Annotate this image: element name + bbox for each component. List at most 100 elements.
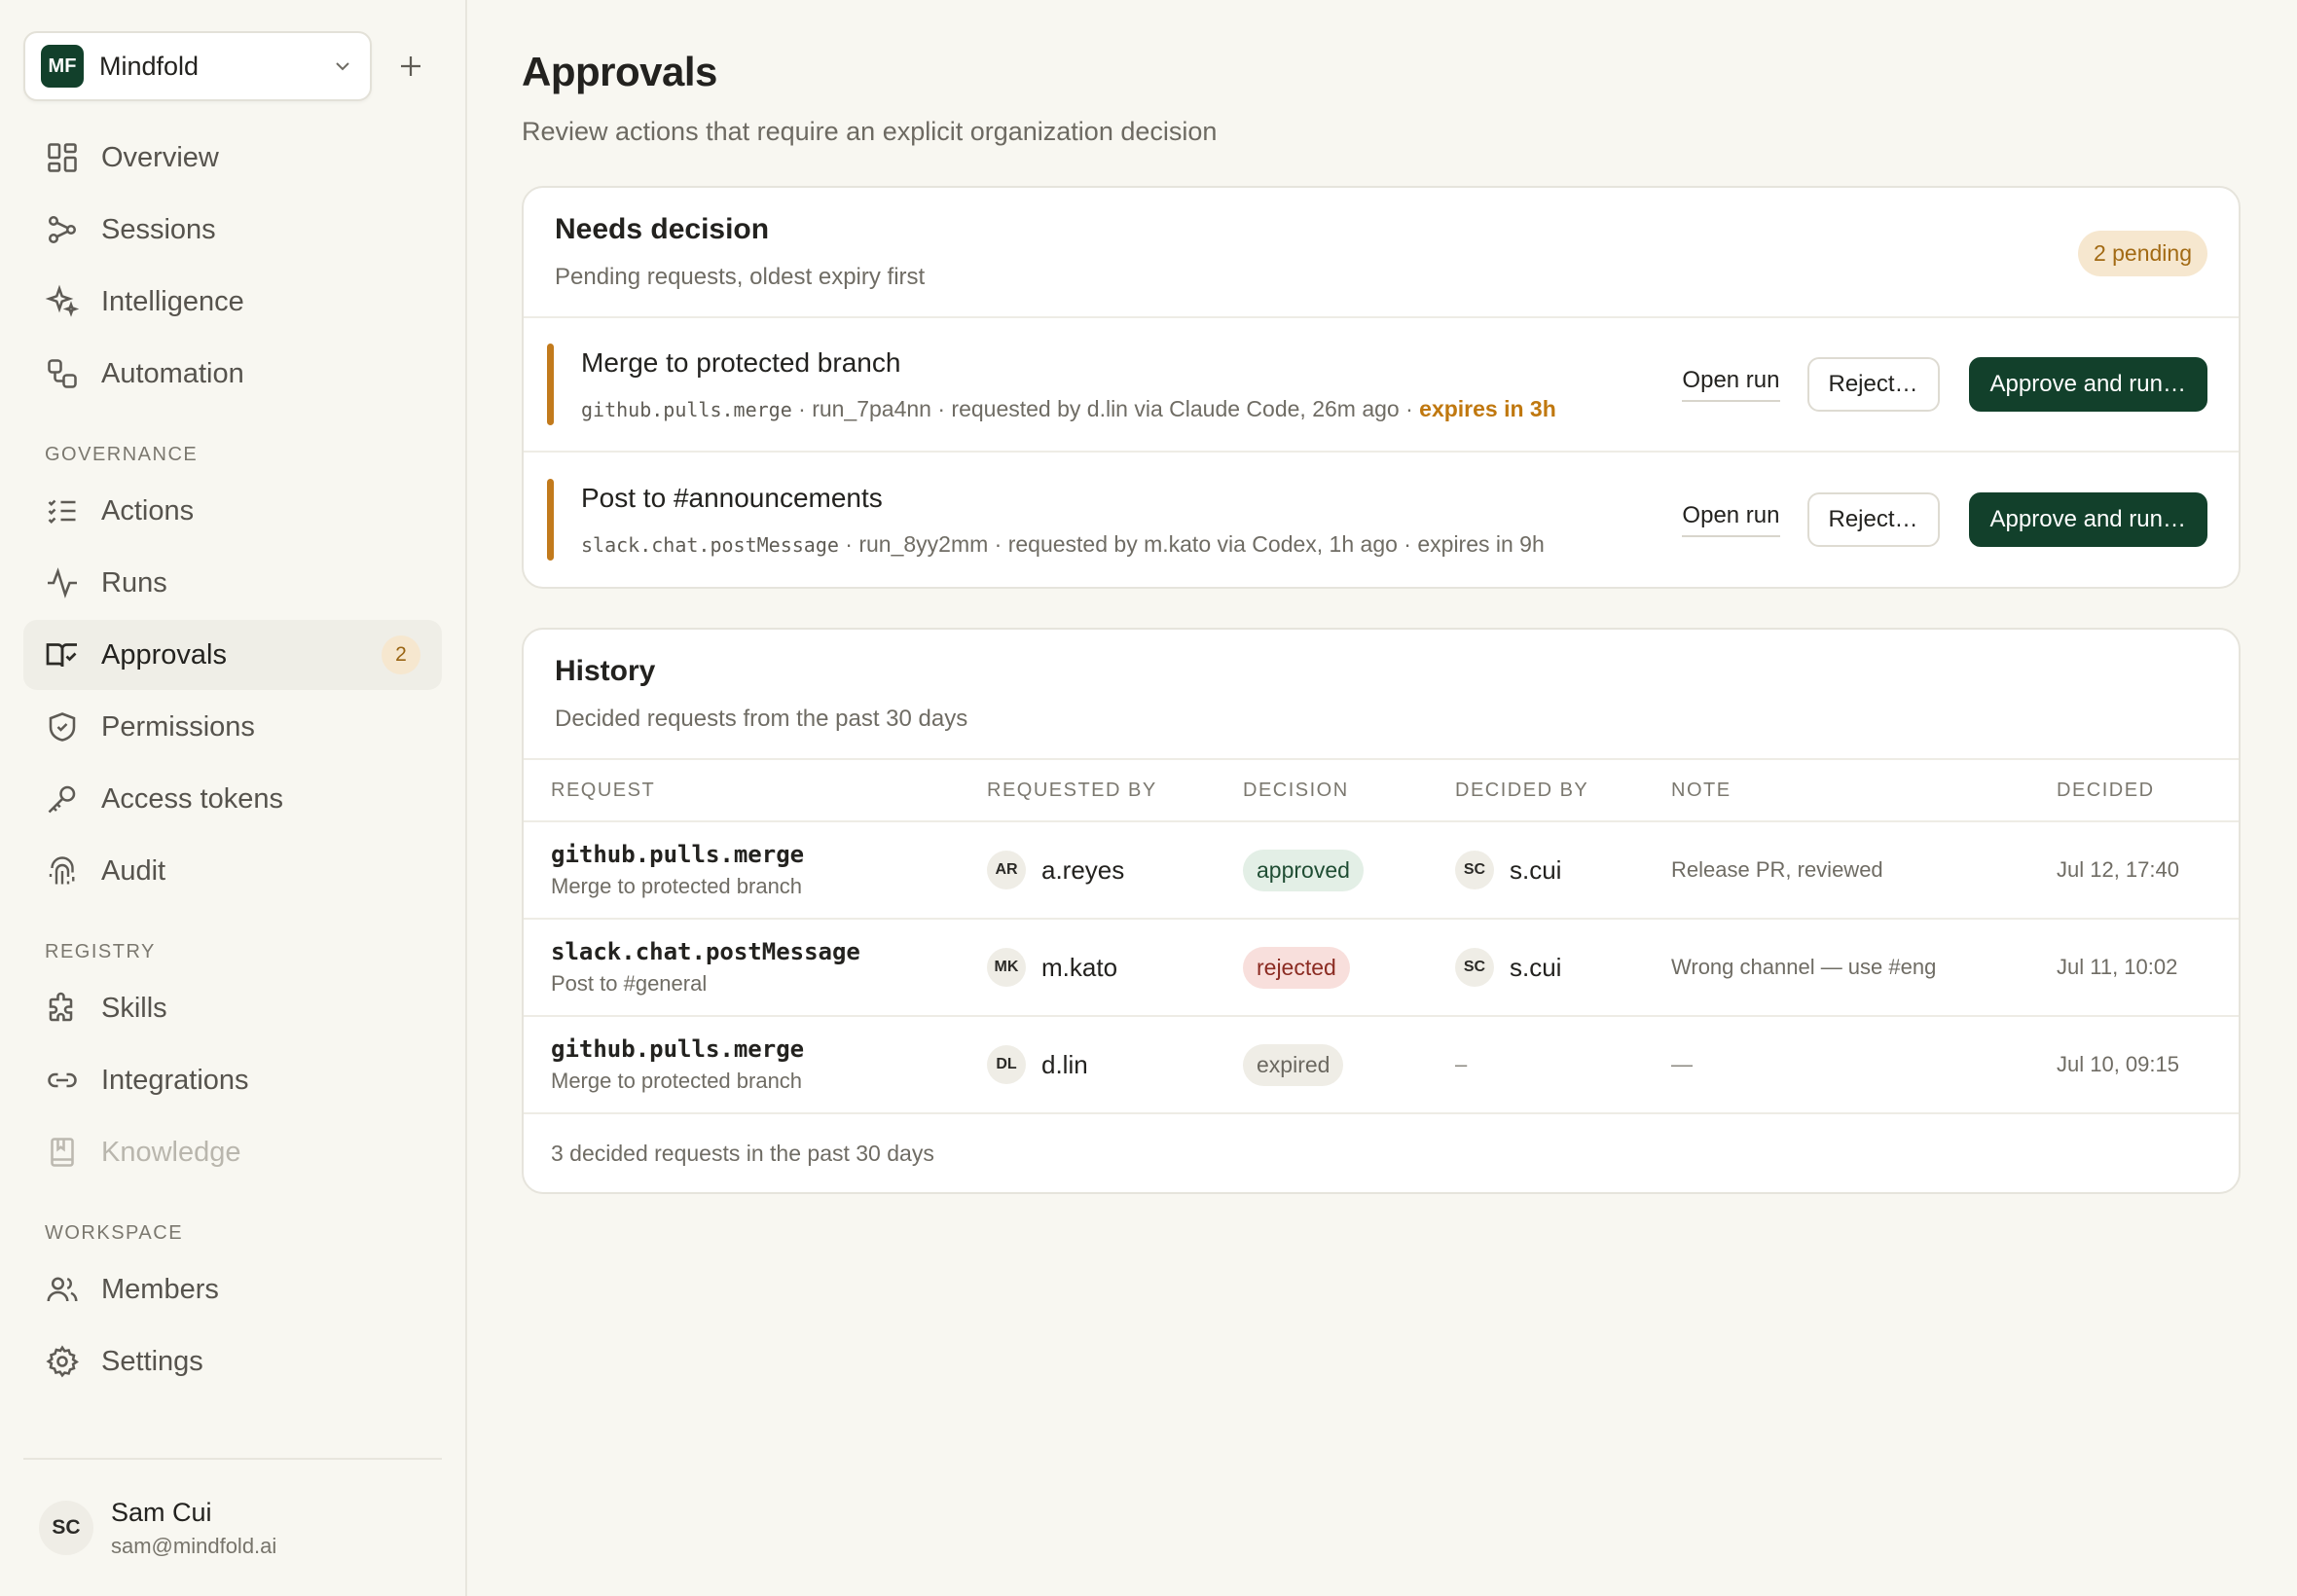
decided-by-cell: – bbox=[1455, 1052, 1468, 1076]
sidebar-item-approvals[interactable]: Approvals 2 bbox=[23, 620, 442, 690]
sidebar-item-access-tokens[interactable]: Access tokens bbox=[23, 764, 442, 834]
request-meta: github.pulls.merge · run_7pa4nn · reques… bbox=[581, 396, 1682, 422]
column-header-request: REQUEST bbox=[551, 779, 656, 801]
request-code: github.pulls.merge bbox=[551, 1035, 805, 1063]
sidebar-item-permissions[interactable]: Permissions bbox=[23, 692, 442, 762]
automation-icon bbox=[48, 359, 77, 388]
request-info: Merge to protected branch github.pulls.m… bbox=[581, 347, 1682, 422]
avatar: SC bbox=[1455, 851, 1494, 889]
puzzle-icon bbox=[49, 992, 73, 1022]
user-email: sam@mindfold.ai bbox=[111, 1533, 277, 1558]
request-details: · run_8yy2mm · requested by m.kato via C… bbox=[838, 530, 1418, 557]
key-icon bbox=[48, 785, 76, 814]
pending-indicator bbox=[547, 344, 554, 425]
request-description: Merge to protected branch bbox=[551, 874, 803, 898]
page-subtitle: Review actions that require an explicit … bbox=[522, 117, 1218, 146]
avatar: SC bbox=[1455, 948, 1494, 987]
table-row[interactable]: github.pulls.merge Merge to protected br… bbox=[524, 1017, 2239, 1114]
sidebar-item-label: Settings bbox=[101, 1345, 203, 1377]
card-subtitle: Decided requests from the past 30 days bbox=[555, 706, 968, 732]
card-header: Needs decision Pending requests, oldest … bbox=[524, 188, 2239, 318]
reject-button[interactable]: Reject… bbox=[1806, 492, 1940, 547]
sidebar-item-members[interactable]: Members bbox=[23, 1254, 442, 1324]
decided-by-cell: SC s.cui bbox=[1455, 948, 1671, 987]
decider-name: s.cui bbox=[1510, 854, 1562, 885]
user-menu[interactable]: SC Sam Cui sam@mindfold.ai bbox=[23, 1458, 442, 1596]
sidebar-item-label: Actions bbox=[101, 494, 195, 526]
approve-and-run-button[interactable]: Approve and run… bbox=[1968, 492, 2207, 547]
table-header: REQUEST REQUESTED BY DECISION DECIDED BY… bbox=[524, 760, 2239, 822]
table-row[interactable]: github.pulls.merge Merge to protected br… bbox=[524, 822, 2239, 920]
card-header: History Decided requests from the past 3… bbox=[524, 630, 2239, 760]
page-title: Approvals bbox=[522, 49, 717, 94]
pulse-icon bbox=[48, 567, 77, 598]
open-run-link[interactable]: Open run bbox=[1682, 502, 1780, 537]
history-card: History Decided requests from the past 3… bbox=[522, 628, 2241, 1194]
sidebar-item-label: Approvals bbox=[101, 638, 227, 671]
org-switcher[interactable]: MF Mindfold bbox=[23, 31, 372, 101]
status-badge: approved bbox=[1243, 849, 1364, 891]
shield-icon bbox=[49, 712, 76, 742]
sidebar-item-intelligence[interactable]: Intelligence bbox=[23, 267, 442, 337]
avatar: AR bbox=[987, 851, 1026, 889]
column-header-decided-by: DECIDED BY bbox=[1455, 779, 1589, 801]
org-logo: MF bbox=[41, 45, 84, 88]
pending-count-badge: 2 pending bbox=[2077, 231, 2207, 276]
book-icon bbox=[51, 1138, 74, 1167]
decider-name: s.cui bbox=[1510, 952, 1562, 982]
sidebar-item-runs[interactable]: Runs bbox=[23, 548, 442, 618]
requested-by-cell: DL d.lin bbox=[987, 1045, 1243, 1084]
table-row[interactable]: slack.chat.postMessage Post to #general … bbox=[524, 920, 2239, 1017]
members-icon bbox=[47, 1277, 78, 1302]
reject-button[interactable]: Reject… bbox=[1806, 357, 1940, 412]
sessions-icon bbox=[48, 215, 77, 244]
sidebar-item-label: Permissions bbox=[101, 710, 255, 743]
main-content: Approvals Review actions that require an… bbox=[467, 0, 2297, 1596]
approve-and-run-button[interactable]: Approve and run… bbox=[1968, 357, 2207, 412]
user-meta: Sam Cui sam@mindfold.ai bbox=[111, 1498, 276, 1559]
sidebar-item-integrations[interactable]: Integrations bbox=[23, 1045, 442, 1115]
decision-cell: approved bbox=[1243, 849, 1455, 891]
sidebar: MF Mindfold Overview Sessions Intelligen… bbox=[0, 0, 467, 1596]
fingerprint-icon bbox=[49, 856, 75, 885]
sidebar-item-audit[interactable]: Audit bbox=[23, 836, 442, 906]
sidebar-item-label: Members bbox=[101, 1273, 219, 1305]
requester-name: m.kato bbox=[1041, 952, 1118, 982]
pending-request-row: Post to #announcements slack.chat.postMe… bbox=[524, 453, 2239, 587]
request-cell: github.pulls.merge Merge to protected br… bbox=[551, 1035, 987, 1094]
open-run-link[interactable]: Open run bbox=[1682, 367, 1780, 402]
note-cell: — bbox=[1671, 1052, 1693, 1076]
sidebar-item-automation[interactable]: Automation bbox=[23, 339, 442, 409]
table-footer: 3 decided requests in the past 30 days bbox=[551, 1140, 934, 1166]
nav-section-governance: GOVERNANCE bbox=[45, 444, 199, 465]
sidebar-item-label: Skills bbox=[101, 992, 167, 1024]
sidebar-item-skills[interactable]: Skills bbox=[23, 973, 442, 1043]
sidebar-nav: Overview Sessions Intelligence Automatio… bbox=[0, 123, 465, 1396]
sidebar-item-sessions[interactable]: Sessions bbox=[23, 195, 442, 265]
sidebar-item-label: Sessions bbox=[101, 213, 216, 245]
card-title: Needs decision bbox=[555, 213, 770, 245]
sidebar-item-knowledge[interactable]: Knowledge bbox=[23, 1117, 442, 1187]
sidebar-item-label: Integrations bbox=[101, 1064, 249, 1096]
sidebar-item-label: Automation bbox=[101, 357, 244, 389]
sidebar-item-actions[interactable]: Actions bbox=[23, 476, 442, 546]
request-expiry: expires in 9h bbox=[1417, 530, 1545, 557]
avatar: DL bbox=[987, 1045, 1026, 1084]
request-code: github.pulls.merge bbox=[551, 841, 805, 868]
sidebar-item-overview[interactable]: Overview bbox=[23, 123, 442, 193]
user-name: Sam Cui bbox=[111, 1497, 212, 1527]
add-org-button[interactable] bbox=[387, 43, 434, 90]
sidebar-item-settings[interactable]: Settings bbox=[23, 1326, 442, 1396]
status-badge: rejected bbox=[1243, 946, 1350, 989]
org-row: MF Mindfold bbox=[0, 0, 465, 101]
column-header-requested-by: REQUESTED BY bbox=[987, 779, 1157, 801]
requested-by-cell: AR a.reyes bbox=[987, 851, 1243, 889]
note-cell: Wrong channel — use #eng bbox=[1671, 955, 1937, 979]
org-name: Mindfold bbox=[99, 51, 200, 81]
request-meta: slack.chat.postMessage · run_8yy2mm · re… bbox=[581, 531, 1682, 558]
sidebar-item-label: Runs bbox=[101, 566, 167, 598]
request-expiry: expires in 3h bbox=[1419, 395, 1556, 421]
plus-icon bbox=[401, 56, 420, 76]
sidebar-item-label: Overview bbox=[101, 141, 219, 173]
decision-cell: expired bbox=[1243, 1043, 1455, 1086]
